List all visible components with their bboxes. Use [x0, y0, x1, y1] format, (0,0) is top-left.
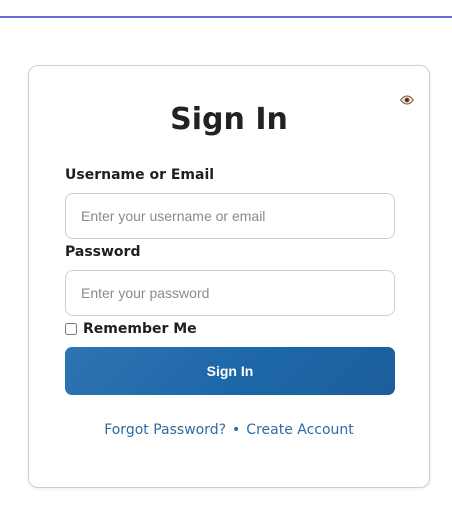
remember-me-label: Remember Me — [83, 321, 197, 337]
create-account-link[interactable]: Create Account — [246, 422, 354, 438]
footer-links: Forgot Password? • Create Account — [29, 422, 429, 438]
remember-me[interactable]: Remember Me — [65, 321, 197, 337]
username-label: Username or Email — [65, 167, 215, 183]
forgot-password-link[interactable]: Forgot Password? — [104, 422, 226, 438]
password-label: Password — [65, 244, 141, 260]
username-input[interactable] — [65, 193, 395, 239]
sign-in-card: Sign In Username or Email Password Remem… — [28, 65, 430, 488]
sign-in-button[interactable]: Sign In — [65, 347, 395, 395]
page-title: Sign In — [170, 102, 288, 137]
links-separator: • — [232, 422, 241, 438]
top-accent-line — [0, 16, 452, 18]
remember-me-checkbox[interactable] — [65, 323, 77, 335]
password-input[interactable] — [65, 270, 395, 316]
